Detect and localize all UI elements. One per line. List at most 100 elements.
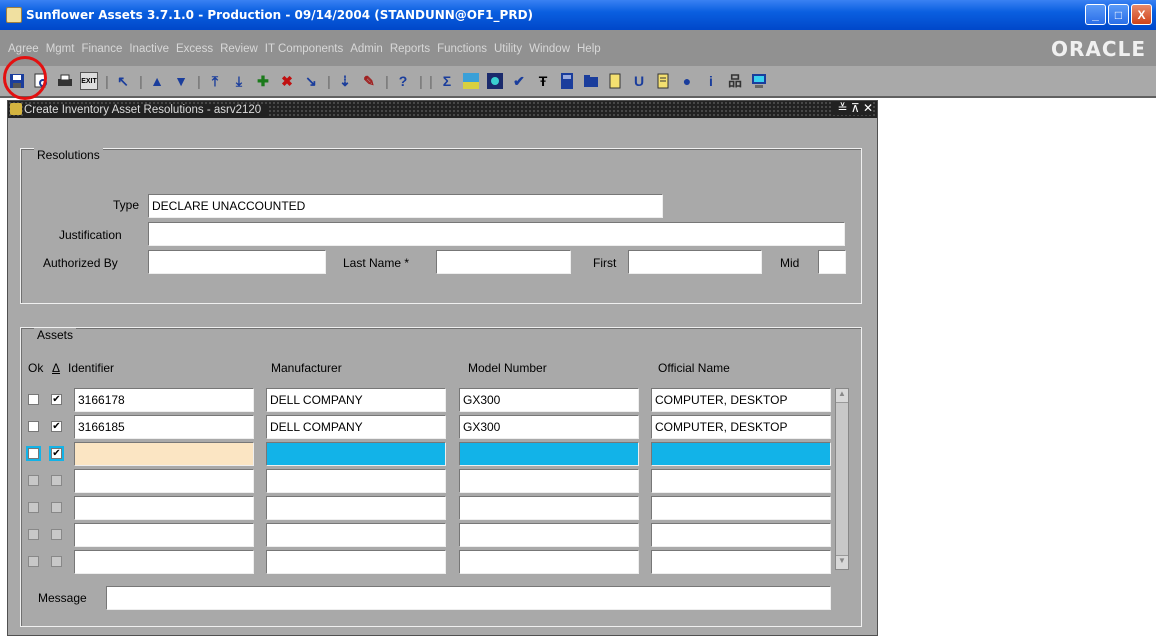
delta-checkbox[interactable]: [51, 475, 62, 486]
identifier-cell[interactable]: [74, 550, 254, 574]
menu-window[interactable]: Window: [529, 43, 570, 55]
manufacturer-cell[interactable]: DELL COMPANY: [266, 388, 446, 412]
calendar-icon[interactable]: [486, 72, 504, 90]
menu-mgmt[interactable]: Mgmt: [46, 43, 75, 55]
ok-checkbox[interactable]: [28, 502, 39, 513]
last-name-field[interactable]: [436, 250, 571, 274]
scroll-down-icon[interactable]: ▼: [836, 555, 848, 569]
official-name-cell[interactable]: [651, 496, 831, 520]
delete-record-icon[interactable]: ✖: [278, 72, 296, 90]
ok-checkbox[interactable]: [28, 475, 39, 486]
identifier-cell[interactable]: [74, 496, 254, 520]
menu-help[interactable]: Help: [577, 43, 601, 55]
manufacturer-cell[interactable]: DELL COMPANY: [266, 415, 446, 439]
u-icon[interactable]: U: [630, 72, 648, 90]
check-icon[interactable]: ✔: [510, 72, 528, 90]
lov-icon[interactable]: ↘: [302, 72, 320, 90]
image-icon[interactable]: [462, 72, 480, 90]
next-record-icon[interactable]: ⤓: [230, 72, 248, 90]
app-title-bar: Sunflower Assets 3.7.1.0 - Production - …: [0, 0, 1156, 30]
model-cell[interactable]: GX300: [459, 415, 639, 439]
menu-review[interactable]: Review: [220, 43, 258, 55]
edit-icon[interactable]: ✎: [360, 72, 378, 90]
menu-admin[interactable]: Admin: [350, 43, 383, 55]
delta-checkbox[interactable]: [51, 502, 62, 513]
menu-agree[interactable]: Agree: [8, 43, 39, 55]
network-icon[interactable]: 品: [726, 72, 744, 90]
official-name-cell[interactable]: [651, 523, 831, 547]
ok-checkbox[interactable]: [28, 394, 39, 405]
calculator-icon[interactable]: [558, 72, 576, 90]
scroll-up-icon[interactable]: ▲: [836, 389, 848, 403]
mid-label: Mid: [780, 256, 800, 270]
type-field[interactable]: DECLARE UNACCOUNTED: [148, 194, 663, 218]
download-icon[interactable]: ⇣: [336, 72, 354, 90]
delta-checkbox[interactable]: [51, 556, 62, 567]
ok-checkbox[interactable]: [28, 529, 39, 540]
manufacturer-cell[interactable]: [266, 442, 446, 466]
insert-record-icon[interactable]: ✚: [254, 72, 272, 90]
official-name-cell[interactable]: [651, 550, 831, 574]
print-icon[interactable]: [56, 72, 74, 90]
model-cell[interactable]: [459, 523, 639, 547]
authorized-by-field[interactable]: [148, 250, 326, 274]
menu-reports[interactable]: Reports: [390, 43, 430, 55]
clear-icon[interactable]: ↖: [114, 72, 132, 90]
info-icon[interactable]: i: [702, 72, 720, 90]
model-cell[interactable]: [459, 496, 639, 520]
ok-checkbox[interactable]: [26, 446, 41, 461]
help-icon[interactable]: ?: [394, 72, 412, 90]
note-icon[interactable]: [654, 72, 672, 90]
identifier-cell[interactable]: [74, 469, 254, 493]
menu-excess[interactable]: Excess: [176, 43, 213, 55]
menu-utility[interactable]: Utility: [494, 43, 522, 55]
official-name-cell[interactable]: [651, 442, 831, 466]
delta-checkbox[interactable]: ✔: [51, 394, 62, 405]
ok-checkbox[interactable]: [28, 556, 39, 567]
menu-it-components[interactable]: IT Components: [265, 43, 343, 55]
delta-checkbox[interactable]: [51, 529, 62, 540]
document-icon[interactable]: [606, 72, 624, 90]
identifier-cell[interactable]: [74, 523, 254, 547]
model-cell[interactable]: [459, 442, 639, 466]
delta-checkbox[interactable]: ✔: [51, 421, 62, 432]
prev-block-icon[interactable]: ▲: [148, 72, 166, 90]
first-name-field[interactable]: [628, 250, 762, 274]
official-name-cell[interactable]: [651, 469, 831, 493]
minimize-button[interactable]: _: [1085, 4, 1106, 25]
identifier-cell[interactable]: [74, 442, 254, 466]
ok-checkbox[interactable]: [28, 421, 39, 432]
assets-scrollbar[interactable]: ▲ ▼: [835, 388, 849, 570]
model-cell[interactable]: [459, 469, 639, 493]
justification-field[interactable]: [148, 222, 845, 246]
col-identifier-header: Identifier: [68, 361, 115, 375]
sigma-icon[interactable]: Σ: [438, 72, 456, 90]
manufacturer-cell[interactable]: [266, 550, 446, 574]
menu-inactive[interactable]: Inactive: [129, 43, 169, 55]
maximize-button[interactable]: □: [1108, 4, 1129, 25]
official-name-cell[interactable]: COMPUTER, DESKTOP: [651, 388, 831, 412]
folder-icon[interactable]: [582, 72, 600, 90]
close-button[interactable]: X: [1131, 4, 1152, 25]
globe-icon[interactable]: ●: [678, 72, 696, 90]
next-block-icon[interactable]: ▼: [172, 72, 190, 90]
manufacturer-cell[interactable]: [266, 496, 446, 520]
monitor-icon[interactable]: [750, 72, 768, 90]
model-cell[interactable]: [459, 550, 639, 574]
exit-icon[interactable]: EXIT: [80, 72, 98, 90]
manufacturer-cell[interactable]: [266, 523, 446, 547]
identifier-cell[interactable]: 3166185: [74, 415, 254, 439]
menu-finance[interactable]: Finance: [81, 43, 122, 55]
manufacturer-cell[interactable]: [266, 469, 446, 493]
text-icon[interactable]: Ŧ: [534, 72, 552, 90]
toolbar-separator: |: [139, 73, 143, 89]
toolbar-separator: |: [105, 73, 109, 89]
official-name-cell[interactable]: COMPUTER, DESKTOP: [651, 415, 831, 439]
prev-record-icon[interactable]: ⤒: [206, 72, 224, 90]
mid-initial-field[interactable]: [818, 250, 846, 274]
menu-functions[interactable]: Functions: [437, 43, 487, 55]
delta-checkbox[interactable]: ✔: [49, 446, 64, 461]
form-window-controls[interactable]: ≚ ⊼ ✕: [833, 101, 873, 115]
model-cell[interactable]: GX300: [459, 388, 639, 412]
identifier-cell[interactable]: 3166178: [74, 388, 254, 412]
